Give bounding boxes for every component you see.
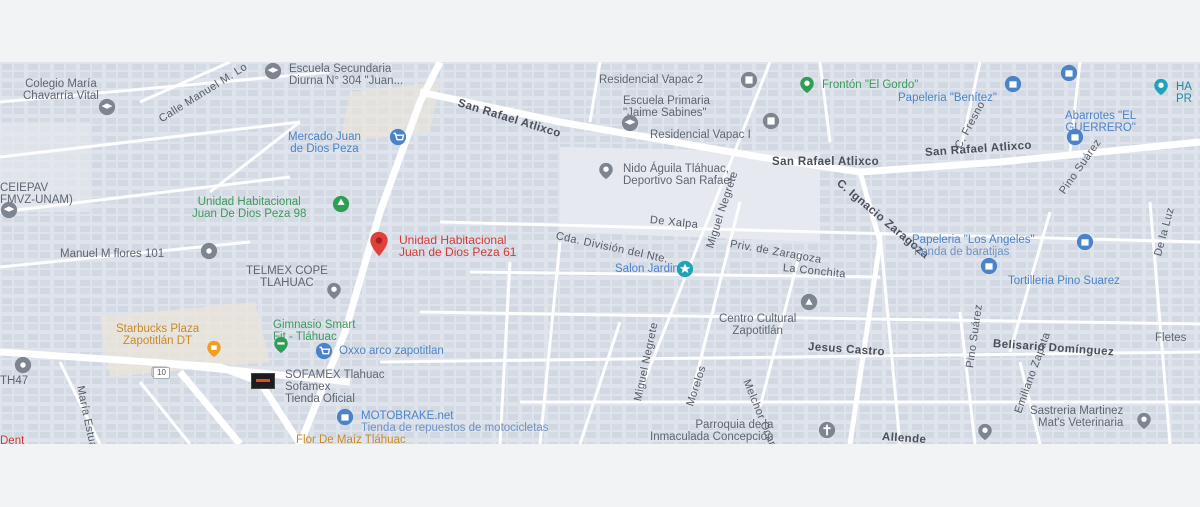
building-icon[interactable]	[740, 71, 758, 89]
poi-mercado-name: Mercado Juan	[288, 131, 361, 143]
church-icon[interactable]	[818, 421, 836, 439]
poi-papeleria-angeles-name: Papeleria "Los Angeles"	[912, 234, 1035, 246]
place-icon[interactable]	[800, 293, 818, 311]
poi-abarrotes-name: Abarrotes "EL	[1065, 110, 1137, 122]
poi-nido-aguila[interactable]: Nido Águila Tláhuac, Deportivo San Rafae…	[623, 163, 732, 187]
poi-centro-cultural[interactable]: Centro Cultural Zapotitlán	[719, 313, 796, 337]
poi-telmex-name2: TLAHUAC	[260, 277, 314, 289]
poi-motobrake[interactable]: MOTOBRAKE.net Tienda de repuestos de mot…	[361, 410, 549, 434]
poi-motobrake-sub: Tienda de repuestos de motocicletas	[361, 422, 549, 434]
school-icon[interactable]	[621, 114, 639, 132]
place-icon[interactable]	[976, 423, 994, 441]
poi-th47[interactable]: TH47	[0, 375, 28, 387]
poi-escuela-secundaria-name: Escuela Secundaria	[289, 63, 392, 75]
route-10-shield: 10	[153, 367, 170, 379]
poi-motobrake-name: MOTOBRAKE.net	[361, 410, 454, 422]
highlight-line2: Juan de Dios Peza 61	[399, 245, 517, 259]
poi-sofamex[interactable]: SOFAMEX Tlahuac Sofamex Tienda Oficial	[285, 369, 385, 405]
poi-residencial-2[interactable]: Residencial Vapac 2	[599, 74, 703, 86]
poi-centro-cultural-name2: Zapotitlán	[732, 325, 783, 337]
poi-ha-name: HA	[1176, 81, 1192, 93]
poi-parroquia-name: Parroquia de la	[695, 419, 774, 431]
park-icon[interactable]	[332, 195, 350, 213]
school-icon[interactable]	[98, 98, 116, 116]
school-icon[interactable]	[264, 62, 282, 80]
shopping-icon[interactable]	[1004, 75, 1022, 93]
poi-colegio-name2: Chavarría Vital	[23, 90, 99, 102]
sports-icon[interactable]	[798, 76, 816, 94]
map-view[interactable]: Calle Manuel M. Lo San Rafael Atlixco Sa…	[0, 62, 1200, 444]
place-icon[interactable]	[200, 242, 218, 260]
poi-parroquia-name2: Inmaculada Concepción	[650, 431, 774, 443]
highlight-label[interactable]: Unidad Habitacional Juan de Dios Peza 61	[399, 234, 516, 258]
poi-escuela-secundaria[interactable]: Escuela Secundaria Diurna N° 304 "Juan..…	[289, 63, 403, 87]
red-location-pin-icon[interactable]	[367, 231, 391, 257]
poi-escuela-secundaria-name2: Diurna N° 304 "Juan...	[289, 75, 404, 87]
shopping-cart-icon[interactable]	[389, 128, 407, 146]
poi-unidad-98-name2: Juan De Dios Peza 98	[192, 208, 307, 220]
poi-sastreria-name2: Mat's Veterinaria	[1038, 417, 1124, 429]
poi-residencial-1[interactable]: Residencial Vapac I	[650, 129, 751, 141]
poi-tortilleria[interactable]: Tortilleria Pino Suarez	[1008, 275, 1120, 287]
shopping-icon[interactable]	[1076, 233, 1094, 251]
poi-fletes[interactable]: Fletes	[1155, 332, 1186, 344]
service-icon[interactable]	[1152, 78, 1170, 96]
cafe-icon[interactable]	[205, 340, 223, 358]
poi-fronton[interactable]: Frontón "El Gordo"	[822, 79, 918, 91]
poi-colegio-name: Colegio María	[25, 78, 97, 90]
shopping-icon[interactable]	[336, 408, 354, 426]
poi-papeleria-angeles-sub: Tienda de baratijas	[912, 246, 1010, 258]
poi-parroquia[interactable]: Parroquia de la Inmaculada Concepción	[650, 419, 773, 443]
place-icon[interactable]	[325, 282, 343, 300]
shopping-icon[interactable]	[1066, 128, 1084, 146]
place-icon[interactable]	[597, 162, 615, 180]
poi-escuela-primaria-name: Escuela Primaria	[623, 95, 710, 107]
store-logo-mark	[256, 379, 270, 382]
poi-unidad-98-name: Unidad Habitacional	[197, 196, 301, 208]
street-allende: Allende	[881, 431, 927, 444]
poi-sofamex-sub: Sofamex	[285, 381, 331, 393]
poi-nido-aguila-name2: Deportivo San Rafael	[623, 175, 733, 187]
poi-sastreria[interactable]: Sastreria Martinez Mat's Veterinaria	[1030, 405, 1123, 429]
poi-telmex-name: TELMEX COPE	[246, 265, 328, 277]
poi-papeleria-angeles[interactable]: Papeleria "Los Angeles" Tienda de barati…	[912, 234, 1035, 258]
poi-mercado[interactable]: Mercado Juan de Dios Peza	[288, 131, 361, 155]
poi-ha-name2: PR	[1176, 93, 1192, 105]
poi-manuel-flores[interactable]: Manuel M flores 101	[60, 248, 164, 260]
poi-unidad-98[interactable]: Unidad Habitacional Juan De Dios Peza 98	[192, 196, 306, 220]
poi-ha[interactable]: HA PR	[1176, 81, 1192, 105]
poi-starbucks-name2: Zapotitlán DT	[123, 335, 193, 347]
shopping-icon[interactable]	[980, 257, 998, 275]
building-icon[interactable]	[762, 112, 780, 130]
poi-flor-de-maiz[interactable]: Flor De Maíz Tláhuac	[296, 434, 406, 444]
poi-dent[interactable]: Dent	[0, 435, 24, 444]
place-icon[interactable]	[1135, 412, 1153, 430]
shopping-cart-icon[interactable]	[315, 342, 333, 360]
poi-salon-jardin[interactable]: Salon Jardin	[615, 263, 679, 275]
poi-nido-aguila-name: Nido Águila Tláhuac,	[623, 163, 729, 175]
poi-ceiepav-name: CEIEPAV	[0, 182, 49, 194]
street-san-rafael-atlixco-2: San Rafael Atlixco	[772, 156, 880, 168]
poi-sofamex-sub2: Tienda Oficial	[285, 393, 355, 405]
event-icon[interactable]	[676, 260, 694, 278]
shopping-icon[interactable]	[1060, 64, 1078, 82]
poi-gimnasio-name: Gimnasio Smart	[273, 319, 356, 331]
poi-papeleria-benitez[interactable]: Papeleria "Benítez"	[898, 92, 997, 104]
poi-colegio[interactable]: Colegio María Chavarría Vital	[23, 78, 99, 102]
school-icon[interactable]	[0, 201, 18, 219]
store-logo-icon[interactable]	[251, 373, 275, 389]
poi-starbucks[interactable]: Starbucks Plaza Zapotitlán DT	[116, 323, 199, 347]
poi-sofamex-name: SOFAMEX Tlahuac	[285, 369, 385, 381]
poi-centro-cultural-name: Centro Cultural	[719, 313, 797, 325]
poi-oxxo[interactable]: Oxxo arco zapotitlan	[339, 345, 444, 357]
gym-icon[interactable]	[272, 336, 290, 354]
poi-sastreria-name: Sastreria Martinez	[1030, 405, 1124, 417]
poi-starbucks-name: Starbucks Plaza	[116, 323, 200, 335]
place-icon[interactable]	[14, 356, 32, 374]
poi-mercado-name2: de Dios Peza	[290, 143, 359, 155]
poi-telmex[interactable]: TELMEX COPE TLAHUAC	[246, 265, 328, 289]
